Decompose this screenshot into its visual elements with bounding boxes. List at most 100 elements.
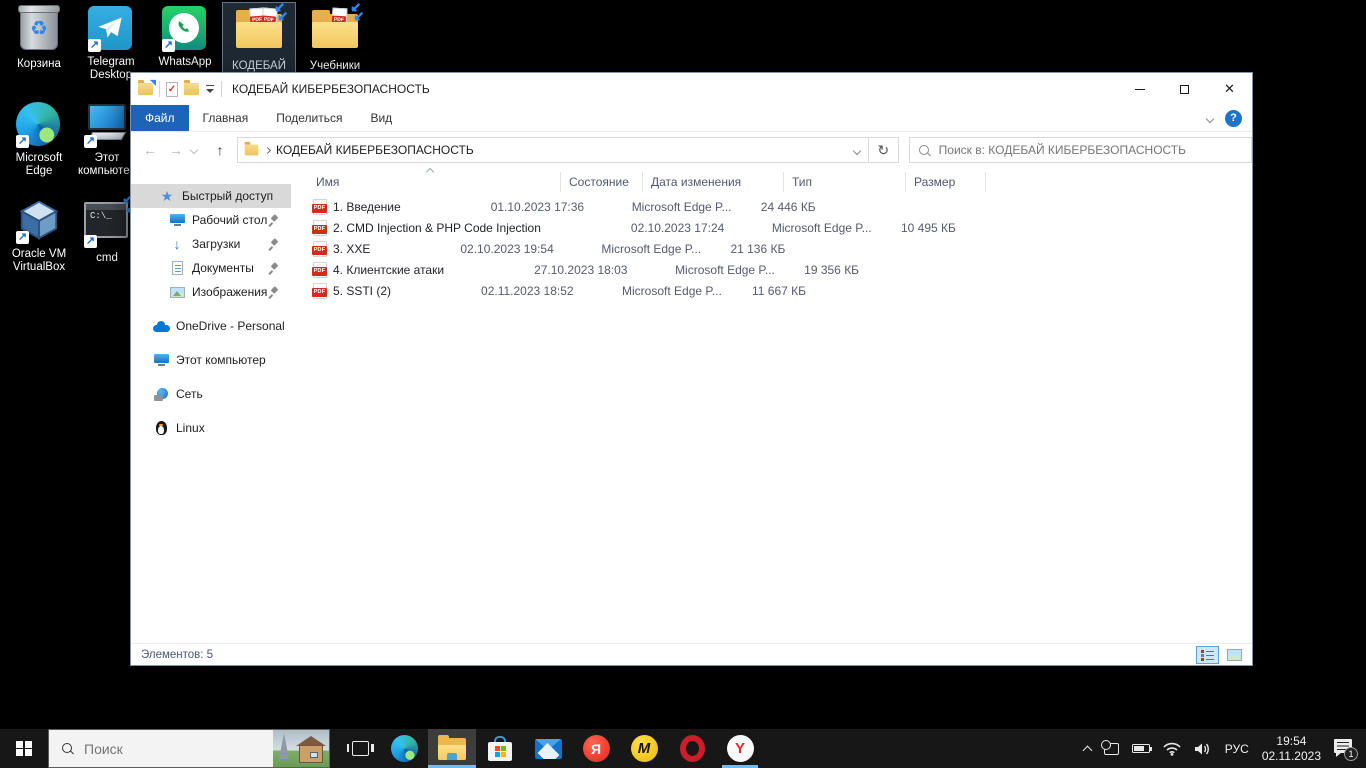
taskbar-mail[interactable]: [524, 729, 572, 768]
quick-access-star-icon: ★: [159, 188, 175, 204]
sidebar-item-quick-access[interactable]: ★ Быстрый доступ: [131, 184, 291, 208]
taskbar-opera[interactable]: [668, 729, 716, 768]
details-view-button[interactable]: [1196, 646, 1219, 664]
file-list: Имя Состояние Дата изменения Тип Размер …: [291, 168, 1252, 643]
column-header-name[interactable]: Имя: [291, 172, 561, 192]
address-bar[interactable]: КОДЕБАЙ КИБЕРБЕЗОПАСНОСТЬ: [237, 137, 869, 163]
sidebar-item-onedrive[interactable]: OneDrive - Personal: [131, 314, 291, 338]
system-tray: РУС 19:54 02.11.2023 1: [1084, 729, 1366, 768]
desktop-icon-edge[interactable]: ↗ Microsoft Edge: [4, 102, 74, 178]
notification-center-button[interactable]: 1: [1334, 739, 1356, 759]
battery-icon[interactable]: [1132, 744, 1150, 753]
taskbar-yandex-browser[interactable]: Y: [716, 729, 764, 768]
edge-icon: [391, 735, 418, 762]
desktop-icon-virtualbox[interactable]: ↗ Oracle VM VirtualBox: [4, 198, 74, 274]
column-header-state[interactable]: Состояние: [561, 172, 643, 192]
recent-locations-chevron-icon[interactable]: [190, 146, 198, 154]
file-row[interactable]: PDF2. CMD Injection & PHP Code Injection…: [291, 217, 1252, 238]
new-folder-button[interactable]: [184, 83, 199, 95]
sidebar-item-linux[interactable]: Linux: [131, 416, 291, 440]
close-button[interactable]: ✕: [1207, 73, 1252, 105]
pin-icon: [267, 262, 279, 277]
back-button[interactable]: ←: [139, 142, 161, 158]
volume-icon[interactable]: [1194, 742, 1212, 756]
search-input[interactable]: [939, 143, 1243, 157]
tab-view[interactable]: Вид: [356, 105, 406, 131]
task-view-button[interactable]: [340, 729, 380, 768]
breadcrumb-chevron-icon[interactable]: [264, 146, 271, 153]
status-bar: Элементов: 5: [131, 643, 1252, 665]
folder-pdf-icon: PDF PDF ↙↙: [236, 10, 282, 56]
sidebar-item-this-pc[interactable]: Этот компьютер: [131, 348, 291, 372]
minimize-button[interactable]: [1117, 73, 1162, 105]
file-explorer-icon: [438, 738, 466, 760]
downloads-icon: ↓: [169, 236, 185, 252]
desktop-icon-recycle-bin[interactable]: ♻ Корзина: [4, 6, 74, 71]
column-header-type[interactable]: Тип: [784, 172, 906, 192]
task-view-icon: [352, 741, 369, 756]
column-header-size[interactable]: Размер: [906, 172, 986, 192]
sidebar-item-network[interactable]: Сеть: [131, 382, 291, 406]
taskbar-search[interactable]: [48, 729, 330, 768]
up-button[interactable]: ↑: [209, 142, 231, 158]
hidden-icons-chevron-icon[interactable]: [1082, 745, 1092, 755]
explorer-window: ✓ КОДЕБАЙ КИБЕРБЕЗОПАСНОСТЬ ✕ Файл Главн…: [130, 72, 1253, 666]
forward-button[interactable]: →: [165, 142, 187, 158]
file-row[interactable]: PDF3. XXE 02.10.2023 19:54 Microsoft Edg…: [291, 238, 1252, 259]
navigation-pane: ★ Быстрый доступ Рабочий стол ↓ Загрузки…: [131, 168, 291, 643]
sidebar-item-desktop[interactable]: Рабочий стол: [131, 208, 291, 232]
properties-button[interactable]: ✓: [166, 82, 178, 97]
search-box[interactable]: [909, 137, 1252, 163]
item-count: Элементов: 5: [141, 649, 213, 661]
file-row[interactable]: PDF1. Введение 01.10.2023 17:36 Microsof…: [291, 196, 1252, 217]
desktop-icon-whatsapp[interactable]: ↗ WhatsApp: [150, 6, 220, 69]
sidebar-item-documents[interactable]: Документы: [131, 256, 291, 280]
collapse-ribbon-chevron-icon[interactable]: [1206, 114, 1214, 122]
taskbar-edge[interactable]: [380, 729, 428, 768]
search-highlight-image[interactable]: [273, 730, 329, 767]
wifi-icon[interactable]: [1163, 742, 1181, 756]
yandex-icon: Я: [583, 735, 610, 762]
mail-icon: [535, 739, 562, 759]
microsoft-store-icon: [488, 736, 512, 761]
refresh-button[interactable]: ↻: [869, 137, 899, 163]
pdf-file-icon: PDF: [313, 199, 327, 215]
ribbon-tabs: Файл Главная Поделиться Вид ?: [131, 105, 1252, 132]
tab-home[interactable]: Главная: [189, 105, 263, 131]
search-icon: [61, 742, 74, 755]
desktop-icon-telegram[interactable]: ↗ Telegram Desktop: [76, 6, 146, 82]
tablet-tray-icon[interactable]: [1104, 743, 1119, 755]
maximize-button[interactable]: [1162, 73, 1207, 105]
virtualbox-icon: ↗: [16, 198, 62, 244]
thumbnails-view-button[interactable]: [1223, 646, 1246, 664]
tray-date: 02.11.2023: [1262, 749, 1321, 764]
desktop-icon-kodebay[interactable]: PDF PDF ↙↙ КОДЕБАЙ: [224, 6, 294, 73]
help-button[interactable]: ?: [1225, 110, 1242, 127]
taskbar-search-input[interactable]: [84, 741, 234, 757]
computer-icon: [153, 352, 169, 368]
taskbar-file-explorer[interactable]: [428, 729, 476, 768]
file-row[interactable]: PDF4. Клиентские атаки 27.10.2023 18:03 …: [291, 259, 1252, 280]
shortcut-arrow-icon: ↗: [88, 39, 101, 52]
breadcrumb[interactable]: КОДЕБАЙ КИБЕРБЕЗОПАСНОСТЬ: [276, 143, 474, 157]
sidebar-item-downloads[interactable]: ↓ Загрузки: [131, 232, 291, 256]
compressed-arrows-icon: ↙↙: [271, 2, 288, 20]
sidebar-item-pictures[interactable]: Изображения: [131, 280, 291, 304]
tab-file[interactable]: Файл: [131, 105, 189, 131]
language-indicator[interactable]: РУС: [1225, 742, 1249, 756]
start-button[interactable]: [0, 729, 48, 768]
taskbar-yandex[interactable]: Я: [572, 729, 620, 768]
pin-icon: [267, 286, 279, 301]
clock[interactable]: 19:54 02.11.2023: [1262, 734, 1321, 764]
shortcut-arrow-icon: ↗: [162, 39, 175, 52]
address-dropdown-icon[interactable]: [852, 147, 860, 155]
customize-toolbar-button[interactable]: [205, 84, 215, 94]
desktop-icon-uchebniki[interactable]: PDF ↙↙ Учебники: [300, 6, 370, 73]
tab-share[interactable]: Поделиться: [262, 105, 356, 131]
taskbar-yellow-m[interactable]: M: [620, 729, 668, 768]
column-header-date[interactable]: Дата изменения: [643, 172, 784, 192]
compressed-arrows-icon: ↙↙: [347, 2, 364, 20]
taskbar-store[interactable]: [476, 729, 524, 768]
file-row[interactable]: PDF5. SSTI (2) 02.11.2023 18:52 Microsof…: [291, 280, 1252, 301]
pdf-file-icon: PDF: [313, 220, 327, 236]
